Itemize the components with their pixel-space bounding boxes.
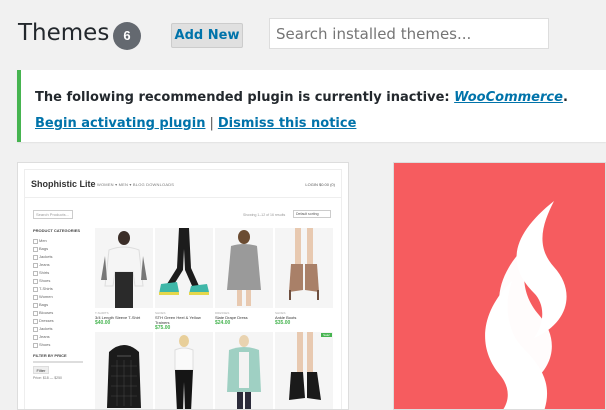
product-image [215,228,273,308]
shot-site-title: Shophistic Lite [31,179,96,189]
product-card: Sale! [275,332,333,409]
categories-heading: PRODUCT CATEGORIES [33,228,81,233]
dismiss-notice-link[interactable]: Dismiss this notice [218,116,357,131]
product-price: $35.00 [275,320,291,326]
category-item: Jeans [33,333,83,341]
category-item: Blouses [33,309,83,317]
product-card: SHOES Ankle Boots $35.00 [275,228,333,326]
shot-nav: WOMEN ▾ MEN ▾ BLOG DOWNLOADS [97,182,175,187]
category-item: Jeans [33,261,83,269]
notice-message: The following recommended plugin is curr… [35,90,568,105]
product-image [275,228,333,308]
category-item: Dresses [33,317,83,325]
product-card [215,332,273,409]
shot-showing: Showing 1–12 of 16 results [243,213,286,217]
product-card: SHOES STH Green Heel & Yellow Trainers $… [155,228,213,331]
theme-card-2[interactable] [393,162,606,410]
product-image: Sale! [275,332,333,409]
category-item: Jackets [33,325,83,333]
price-range-slider [33,361,83,363]
category-item: Men [33,237,83,245]
notice-message-prefix: The following recommended plugin is curr… [35,90,455,105]
product-image [95,332,153,409]
add-new-button[interactable]: Add New [171,23,243,48]
product-price: $40.00 [95,320,111,326]
category-item: Shirts [33,269,83,277]
category-item: Bags [33,301,83,309]
category-item: Bags [33,245,83,253]
product-image [95,228,153,308]
flame-logo-icon [485,201,567,409]
category-item: Women [33,293,83,301]
category-item: T-Shirts [33,285,83,293]
shot-sort: Default sorting [293,210,331,218]
separator: | [209,116,214,131]
product-image [215,332,273,409]
plugin-notice: The following recommended plugin is curr… [17,70,606,142]
product-price: $75.00 [155,325,171,331]
category-item: Jackets [33,253,83,261]
product-name: STH Green Heel & Yellow Trainers [155,315,201,325]
product-image [155,228,213,308]
notice-message-suffix: . [562,90,568,105]
woocommerce-link[interactable]: WooCommerce [454,90,563,105]
product-price: $24.00 [215,320,231,326]
filter-button: Filter [33,366,49,374]
theme-card-shophistic-lite[interactable]: Shophistic Lite WOMEN ▾ MEN ▾ BLOG DOWNL… [17,162,349,410]
shot-header: Shophistic Lite WOMEN ▾ MEN ▾ BLOG DOWNL… [25,170,341,198]
theme-count-badge: 6 [113,22,141,50]
product-image [155,332,213,409]
product-card [155,332,213,409]
page-title: Themes [18,20,110,46]
shot-sidebar: PRODUCT CATEGORIES Men Bags Jackets Jean… [33,228,83,380]
shot-search: Search Products... [33,210,73,219]
theme-screenshot: Shophistic Lite WOMEN ▾ MEN ▾ BLOG DOWNL… [24,169,342,409]
product-card [95,332,153,409]
price-range-text: Price: $18 — $250 [33,376,62,380]
notice-actions: Begin activating plugin | Dismiss this not… [35,116,356,131]
product-card: T-SHIRTS 3/4 Length Sleeve T-Shirt $40.0… [95,228,153,326]
search-input[interactable] [269,18,549,49]
sale-badge: Sale! [321,333,332,337]
shot-login: LOGIN $0.00 (0) [305,182,335,187]
product-card: DRESSES Slate Drape Dress $24.00 [215,228,273,326]
begin-activating-plugin-link[interactable]: Begin activating plugin [35,116,205,131]
category-item: Shoes [33,341,83,349]
category-item: Shoes [33,277,83,285]
price-heading: FILTER BY PRICE [33,353,67,358]
